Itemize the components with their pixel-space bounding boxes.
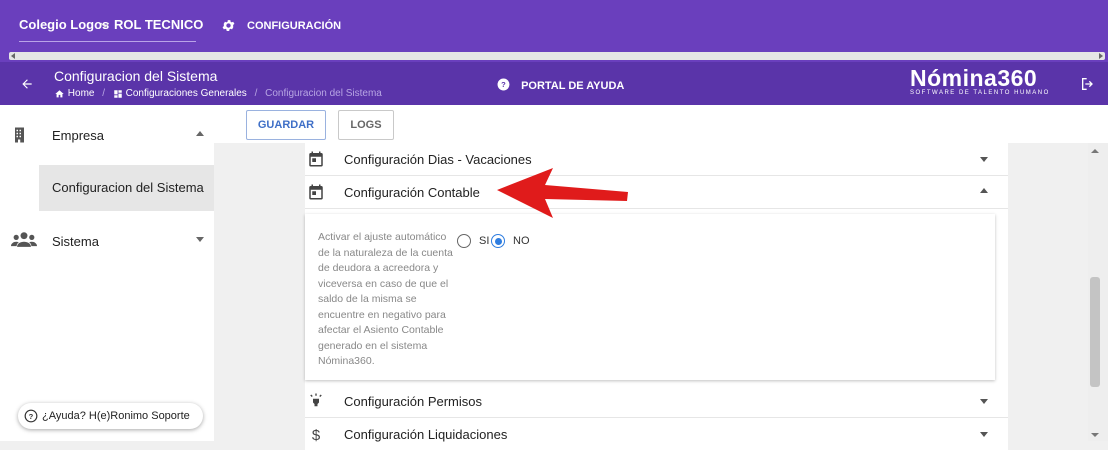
sidebar-item-label: Configuracion del Sistema [52,180,204,195]
school-name[interactable]: Colegio Logos [19,17,109,32]
radio-no-label: NO [513,235,530,247]
radio-si[interactable] [457,234,471,248]
annotation-arrow-icon [497,168,628,218]
chevron-down-icon [980,399,988,404]
setting-description: Activar el ajuste automático de la natur… [318,231,453,367]
svg-text:?: ? [501,80,506,89]
help-circle-icon: ? [497,78,510,91]
breadcrumb-home[interactable]: Home [68,88,95,99]
dollar-icon: $ [312,427,321,443]
breadcrumb-general-config[interactable]: Configuraciones Generales [126,88,247,99]
scroll-thumb[interactable] [1090,277,1100,387]
chevron-up-icon [196,131,204,136]
section-permisos[interactable]: Configuración Permisos [305,385,1008,418]
svg-text:?: ? [29,412,34,421]
page-header: Configuracion del Sistema Home / Configu… [0,62,1108,105]
help-support-button[interactable]: ? ¿Ayuda? H(e)Ronimo Soporte [18,403,203,429]
section-label: Configuración Dias - Vacaciones [344,152,532,167]
help-support-label: ¿Ayuda? H(e)Ronimo Soporte [42,410,190,422]
chevron-down-icon [980,432,988,437]
gear-icon[interactable] [221,18,236,33]
config-menu-label[interactable]: CONFIGURACIÓN [247,20,341,32]
dashboard-icon [114,89,122,98]
users-icon [11,232,37,247]
section-label: Configuración Liquidaciones [344,427,508,442]
scroll-right-icon[interactable] [1099,53,1103,59]
config-accordion: Configuración Dias - Vacaciones Configur… [305,143,1008,450]
vertical-scrollbar[interactable] [1088,143,1108,441]
help-portal-label: PORTAL DE AYUDA [521,80,625,92]
school-selector-underline [19,41,196,42]
section-liquidaciones[interactable]: $ Configuración Liquidaciones [305,418,1008,450]
action-toolbar: GUARDAR LOGS [214,105,1108,143]
help-icon: ? [24,409,38,423]
sidebar-item-empresa[interactable]: Empresa [0,111,214,159]
save-button[interactable]: GUARDAR [246,110,326,140]
top-app-bar: Colegio Logos ROL TECNICO CONFIGURACIÓN [0,0,1108,62]
brand-logo: Nómina360 SOFTWARE DE TALENTO HUMANO [910,65,1050,96]
calendar-icon [309,151,323,167]
section-label: Configuración Permisos [344,394,483,409]
breadcrumb: Home / Configuraciones Generales / Confi… [54,88,382,99]
horizontal-scrollbar[interactable] [9,52,1105,60]
home-icon [55,89,64,97]
radio-no[interactable] [491,234,505,248]
building-icon [15,127,24,143]
chevron-up-icon [980,188,988,193]
chevron-down-icon [196,237,204,242]
section-contable[interactable]: Configuración Contable [305,176,1008,209]
sidebar-item-label: Sistema [52,234,99,249]
radio-si-label: SI [479,235,490,247]
contable-setting-card: Activar el ajuste automático de la natur… [305,214,995,380]
sidebar-item-sistema[interactable]: Sistema [0,217,214,265]
help-portal-link[interactable]: ? PORTAL DE AYUDA [497,78,624,92]
sidebar: Empresa Configuracion del Sistema Sistem… [0,105,214,441]
main-content: Configuración Dias - Vacaciones Configur… [214,143,1088,450]
sidebar-subitem-config-sistema[interactable]: Configuracion del Sistema [39,165,214,211]
scroll-left-icon[interactable] [11,53,15,59]
logs-button[interactable]: LOGS [338,110,394,140]
calendar-icon [309,184,323,200]
breadcrumb-current: Configuracion del Sistema [265,88,382,99]
section-label: Configuración Contable [344,185,480,200]
scroll-down-icon[interactable] [1091,433,1099,437]
dropdown-caret-icon [101,22,109,28]
chevron-down-icon [980,157,988,162]
sidebar-item-label: Empresa [52,128,105,143]
section-vacaciones[interactable]: Configuración Dias - Vacaciones [305,143,1008,176]
page-title: Configuracion del Sistema [54,68,218,84]
logout-icon[interactable] [1080,76,1096,92]
scroll-up-icon[interactable] [1091,149,1099,153]
back-arrow-icon[interactable] [20,77,34,91]
role-name: ROL TECNICO [114,17,204,32]
lightbulb-icon [310,393,322,407]
